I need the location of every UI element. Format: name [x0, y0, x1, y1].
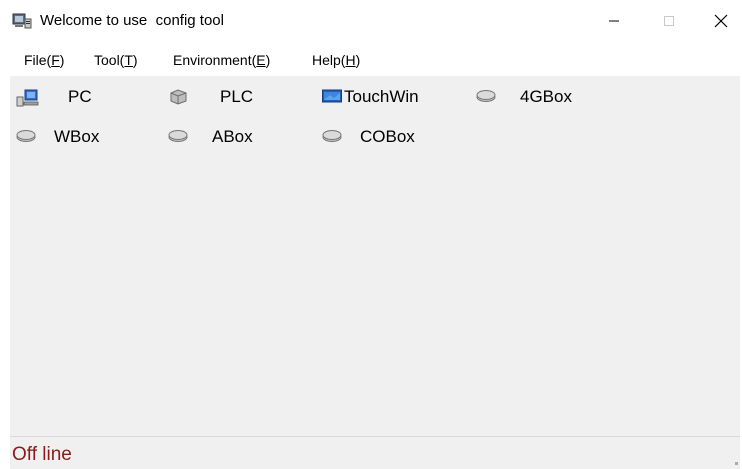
connection-status: Off line [12, 444, 72, 465]
title-bar[interactable]: Welcome to use config tool [0, 0, 742, 42]
close-icon [714, 14, 728, 28]
device-touchwin-label: TouchWin [344, 87, 419, 106]
menu-tool-paren: ) [132, 52, 138, 68]
app-icon [12, 12, 32, 30]
maximize-button[interactable] [646, 0, 692, 42]
device-plc-label: PLC [220, 87, 254, 106]
status-bar: Off line [10, 436, 740, 469]
resize-grip-icon[interactable] [735, 462, 738, 465]
device-touchwin[interactable]: TouchWin [322, 84, 419, 110]
menu-file[interactable]: File(F) [24, 52, 64, 68]
box-icon [16, 129, 38, 145]
maximize-icon [664, 16, 674, 26]
pc-icon [16, 89, 39, 107]
device-pc[interactable]: PC [16, 84, 92, 110]
menu-environment[interactable]: Environment(E) [173, 52, 270, 68]
menu-help-accelerator: H [345, 52, 356, 68]
menu-file-accelerator: F [51, 52, 60, 68]
touchwin-icon [322, 89, 344, 105]
window-title: Welcome to use config tool [40, 12, 224, 29]
plc-icon [168, 89, 190, 105]
menu-bar: File(F) Tool(T) Environment(E) Help(H) [10, 46, 740, 74]
device-abox[interactable]: ABox [168, 124, 253, 150]
menu-help[interactable]: Help(H) [312, 52, 360, 68]
menu-tool-label: Tool( [94, 52, 125, 68]
device-wbox-label: WBox [54, 127, 100, 146]
menu-tool[interactable]: Tool(T) [94, 52, 138, 68]
device-pc-label: PC [68, 87, 92, 106]
device-plc[interactable]: PLC [168, 84, 253, 110]
menu-help-paren: ) [355, 52, 361, 68]
device-cobox-label: COBox [360, 127, 415, 146]
menu-environment-accelerator: E [256, 52, 266, 68]
config-tool-window: Welcome to use config tool File(F) Tool(… [0, 0, 742, 469]
menu-help-label: Help( [312, 52, 346, 68]
device-4gbox[interactable]: 4GBox [476, 84, 572, 110]
menu-environment-paren: ) [265, 52, 271, 68]
device-abox-label: ABox [212, 127, 253, 146]
menu-tool-accelerator: T [124, 52, 133, 68]
box-icon [322, 129, 344, 145]
minimize-icon [609, 20, 619, 22]
menu-file-label: File( [24, 52, 52, 68]
menu-environment-label: Environment( [173, 52, 257, 68]
device-4gbox-label: 4GBox [520, 87, 572, 106]
box-icon [168, 129, 190, 145]
device-panel: PC PLC TouchWin 4GBox WBox ABox COBox [10, 76, 740, 436]
menu-file-paren: ) [59, 52, 65, 68]
device-wbox[interactable]: WBox [16, 124, 99, 150]
box-icon [476, 89, 498, 105]
close-button[interactable] [698, 0, 742, 42]
device-cobox[interactable]: COBox [322, 124, 415, 150]
minimize-button[interactable] [591, 0, 637, 42]
